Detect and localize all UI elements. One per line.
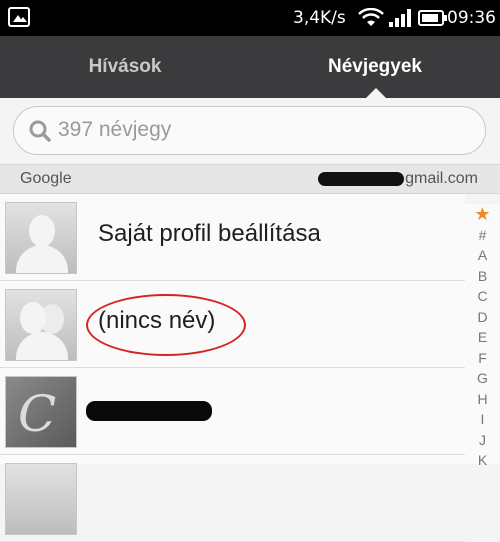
redacted-mark [86,401,212,421]
redacted-mark [318,171,405,186]
index-letter[interactable]: F [465,348,500,369]
gallery-notification-icon [8,7,30,27]
battery-icon [418,10,447,26]
annotation-circle [86,294,246,356]
index-letter[interactable]: K [465,450,500,471]
account-provider: Google [20,170,72,187]
index-letter[interactable]: H [465,389,500,410]
account-email: gmail.com [318,170,478,188]
clock: 09:36 [447,8,496,28]
list-item[interactable]: C [0,368,465,455]
index-letter[interactable]: I [465,409,500,430]
index-letter[interactable]: E [465,327,500,348]
list-item[interactable]: Saját profil beállítása [0,194,465,281]
avatar [5,202,77,274]
active-tab-indicator [366,88,386,98]
tab-bar: Hívások Névjegyek [0,36,500,98]
search-icon [29,120,51,142]
avatar [5,463,77,535]
list-item[interactable]: (nincs név) [0,281,465,368]
avatar [5,289,77,361]
contact-list: Saját profil beállítása (nincs név) C [0,194,465,542]
index-letter[interactable]: # [465,225,500,246]
index-letter[interactable]: B [465,266,500,287]
network-speed: 3,4K/s [293,8,346,28]
signal-icon [389,9,411,27]
contact-name: Saját profil beállítása [98,220,321,247]
search-area: 397 névjegy [0,98,500,164]
status-bar: 3,4K/s 09:36 [0,0,500,36]
alphabet-index[interactable]: ★ # A B C D E F G H I J K [465,204,500,468]
index-letter[interactable]: G [465,368,500,389]
wifi-icon [358,8,384,26]
search-input[interactable]: 397 névjegy [13,106,486,155]
index-letter[interactable]: ★ [465,204,500,225]
index-letter[interactable]: A [465,245,500,266]
index-letter[interactable]: J [465,430,500,451]
index-letter[interactable]: D [465,307,500,328]
account-header[interactable]: Google gmail.com [0,164,500,194]
avatar: C [5,376,77,448]
index-letter[interactable]: C [465,286,500,307]
list-item[interactable] [0,455,465,542]
search-placeholder: 397 névjegy [58,118,172,141]
email-suffix: gmail.com [405,170,478,187]
tab-calls[interactable]: Hívások [0,36,250,98]
